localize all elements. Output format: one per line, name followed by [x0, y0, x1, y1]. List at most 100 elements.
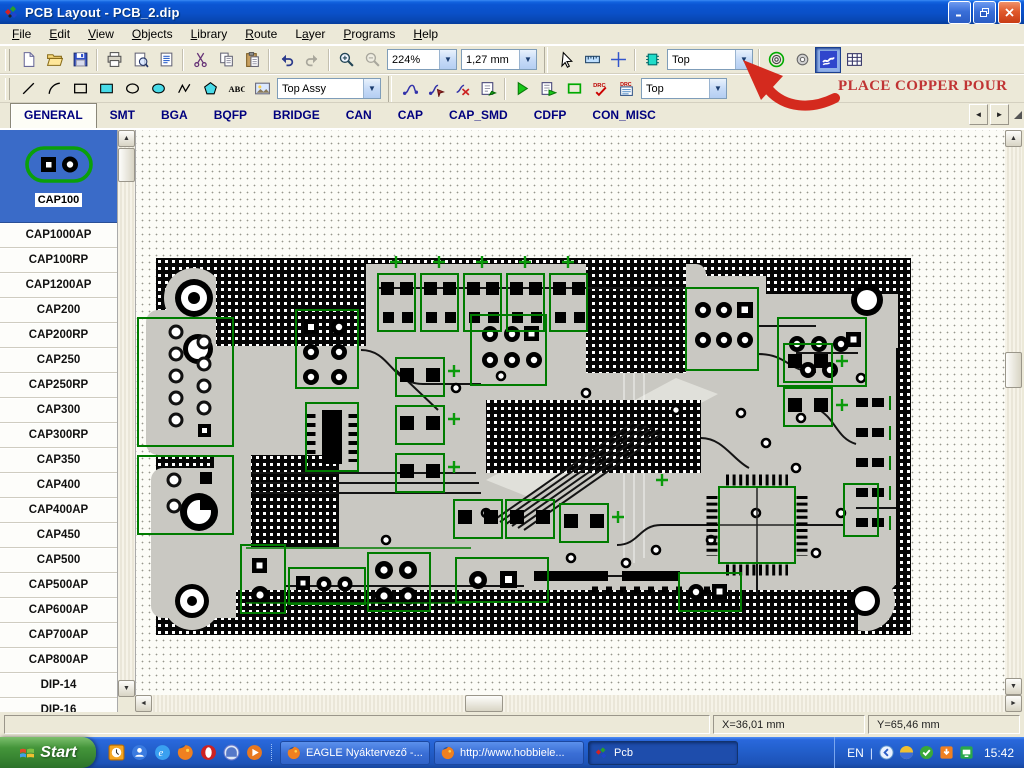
- route-edit-button[interactable]: [423, 76, 449, 102]
- zoom-scale-select[interactable]: 224% ▼: [387, 49, 457, 70]
- tab-cap_smd[interactable]: CAP_SMD: [436, 104, 521, 127]
- copy-button[interactable]: [213, 47, 239, 73]
- combo-dropdown-icon[interactable]: ▼: [519, 50, 536, 69]
- via-highlight-button[interactable]: [763, 47, 789, 73]
- component-item-cap300rp[interactable]: CAP300RP: [0, 423, 117, 448]
- tab-bga[interactable]: BGA: [148, 104, 201, 127]
- canvas-scroll-up-button[interactable]: ▲: [1005, 130, 1022, 147]
- grid-table-button[interactable]: [841, 47, 867, 73]
- origin-cross-button[interactable]: [605, 47, 631, 73]
- component-item-cap1000ap[interactable]: CAP1000AP: [0, 223, 117, 248]
- start-button[interactable]: Start: [0, 737, 96, 768]
- drc-check-button[interactable]: DRC: [587, 76, 613, 102]
- board-edit-button[interactable]: [475, 76, 501, 102]
- component-item-cap250rp[interactable]: CAP250RP: [0, 373, 117, 398]
- tray-network-icon[interactable]: [959, 745, 974, 760]
- quick-launch-helmet-icon[interactable]: [223, 744, 240, 761]
- task-button-eagle-ny-ktervez[interactable]: EAGLE Nyáktervező -...: [280, 740, 430, 765]
- tabs-scroll-right-button[interactable]: ►: [990, 104, 1009, 125]
- canvas-vscroll-thumb[interactable]: [1005, 352, 1022, 388]
- tab-cdfp[interactable]: CDFP: [521, 104, 580, 127]
- component-list-scrollbar[interactable]: ▲ ▼: [118, 130, 135, 697]
- print-preview-button[interactable]: [127, 47, 153, 73]
- restore-button[interactable]: [973, 0, 996, 24]
- draw-ellipse-filled-button[interactable]: [145, 76, 171, 102]
- component-item-cap450[interactable]: CAP450: [0, 523, 117, 548]
- component-item-dip-16[interactable]: DIP-16: [0, 698, 117, 712]
- component-item-cap300[interactable]: CAP300: [0, 398, 117, 423]
- tray-hide-chevron-icon[interactable]: [879, 745, 894, 760]
- combo-dropdown-icon[interactable]: ▼: [363, 79, 380, 98]
- route-unroute-button[interactable]: [449, 76, 475, 102]
- language-indicator[interactable]: EN: [847, 746, 864, 760]
- title-block-button[interactable]: [153, 47, 179, 73]
- draw-image-button[interactable]: [249, 76, 275, 102]
- canvas-hscroll-thumb[interactable]: [465, 695, 503, 712]
- tray-ball-icon[interactable]: [899, 745, 914, 760]
- quick-launch-firefox-icon[interactable]: [177, 744, 194, 761]
- draw-arc-button[interactable]: [41, 76, 67, 102]
- copper-pour-button[interactable]: [815, 46, 841, 73]
- tab-cap[interactable]: CAP: [385, 104, 436, 127]
- component-item-cap200rp[interactable]: CAP200RP: [0, 323, 117, 348]
- draw-ellipse-button[interactable]: [119, 76, 145, 102]
- component-item-cap200[interactable]: CAP200: [0, 298, 117, 323]
- combo-dropdown-icon[interactable]: ▼: [709, 79, 726, 98]
- menu-route[interactable]: Route: [236, 25, 286, 43]
- tab-con_misc[interactable]: CON_MISC: [579, 104, 668, 127]
- component-item-cap600ap[interactable]: CAP600AP: [0, 598, 117, 623]
- menu-help[interactable]: Help: [404, 25, 447, 43]
- draw-polyline-button[interactable]: [171, 76, 197, 102]
- scroll-thumb[interactable]: [118, 148, 135, 182]
- undo-button[interactable]: [273, 47, 299, 73]
- scroll-up-button[interactable]: ▲: [118, 130, 135, 147]
- component-item-cap400ap[interactable]: CAP400AP: [0, 498, 117, 523]
- new-file-button[interactable]: [15, 47, 41, 73]
- component-item-cap1200ap[interactable]: CAP1200AP: [0, 273, 117, 298]
- component-item-cap400[interactable]: CAP400: [0, 473, 117, 498]
- menu-view[interactable]: View: [79, 25, 123, 43]
- canvas-hscrollbar[interactable]: ◄ ►: [135, 695, 1022, 712]
- combo-dropdown-icon[interactable]: ▼: [439, 50, 456, 69]
- route-layer-select[interactable]: Top ▼: [641, 78, 727, 99]
- menu-objects[interactable]: Objects: [123, 25, 182, 43]
- canvas-scroll-down-button[interactable]: ▼: [1005, 678, 1022, 695]
- tray-downloader-icon[interactable]: [939, 745, 954, 760]
- tray-antivirus-check-icon[interactable]: [919, 745, 934, 760]
- component-item-selected[interactable]: CAP100: [0, 130, 117, 223]
- component-item-cap100rp[interactable]: CAP100RP: [0, 248, 117, 273]
- print-button[interactable]: [101, 47, 127, 73]
- open-folder-button[interactable]: [41, 47, 67, 73]
- draw-rect-button[interactable]: [67, 76, 93, 102]
- tab-smt[interactable]: SMT: [97, 104, 148, 127]
- assy-layer-select[interactable]: Top Assy ▼: [277, 78, 381, 99]
- menu-layer[interactable]: Layer: [286, 25, 334, 43]
- component-item-dip-14[interactable]: DIP-14: [0, 673, 117, 698]
- combo-dropdown-icon[interactable]: ▼: [735, 50, 752, 69]
- save-button[interactable]: [67, 47, 93, 73]
- cut-button[interactable]: [187, 47, 213, 73]
- draw-line-button[interactable]: [15, 76, 41, 102]
- task-button-http-www-hobbiele[interactable]: http://www.hobbiele...: [434, 740, 584, 765]
- run-autoroute-button[interactable]: [509, 76, 535, 102]
- component-item-cap250[interactable]: CAP250: [0, 348, 117, 373]
- component-item-cap500ap[interactable]: CAP500AP: [0, 573, 117, 598]
- route-trace-button[interactable]: [397, 76, 423, 102]
- quick-launch-wmp-icon[interactable]: [246, 744, 263, 761]
- scroll-down-button[interactable]: ▼: [118, 680, 135, 697]
- tab-general[interactable]: GENERAL: [10, 103, 97, 128]
- grid-step-select[interactable]: 1,27 mm ▼: [461, 49, 537, 70]
- task-button-pcb[interactable]: Pcb: [588, 740, 738, 765]
- close-button[interactable]: [998, 0, 1021, 24]
- pcb-board[interactable]: [137, 256, 911, 635]
- menu-library[interactable]: Library: [182, 25, 237, 43]
- zoom-in-button[interactable]: [333, 47, 359, 73]
- tab-bqfp[interactable]: BQFP: [201, 104, 260, 127]
- component-item-cap700ap[interactable]: CAP700AP: [0, 623, 117, 648]
- menu-file[interactable]: File: [3, 25, 40, 43]
- zoom-out-button[interactable]: [359, 47, 385, 73]
- canvas-scroll-left-button[interactable]: ◄: [135, 695, 152, 712]
- redo-button[interactable]: [299, 47, 325, 73]
- quick-launch-clock-icon[interactable]: [108, 744, 125, 761]
- tabs-scroll-left-button[interactable]: ◄: [969, 104, 988, 125]
